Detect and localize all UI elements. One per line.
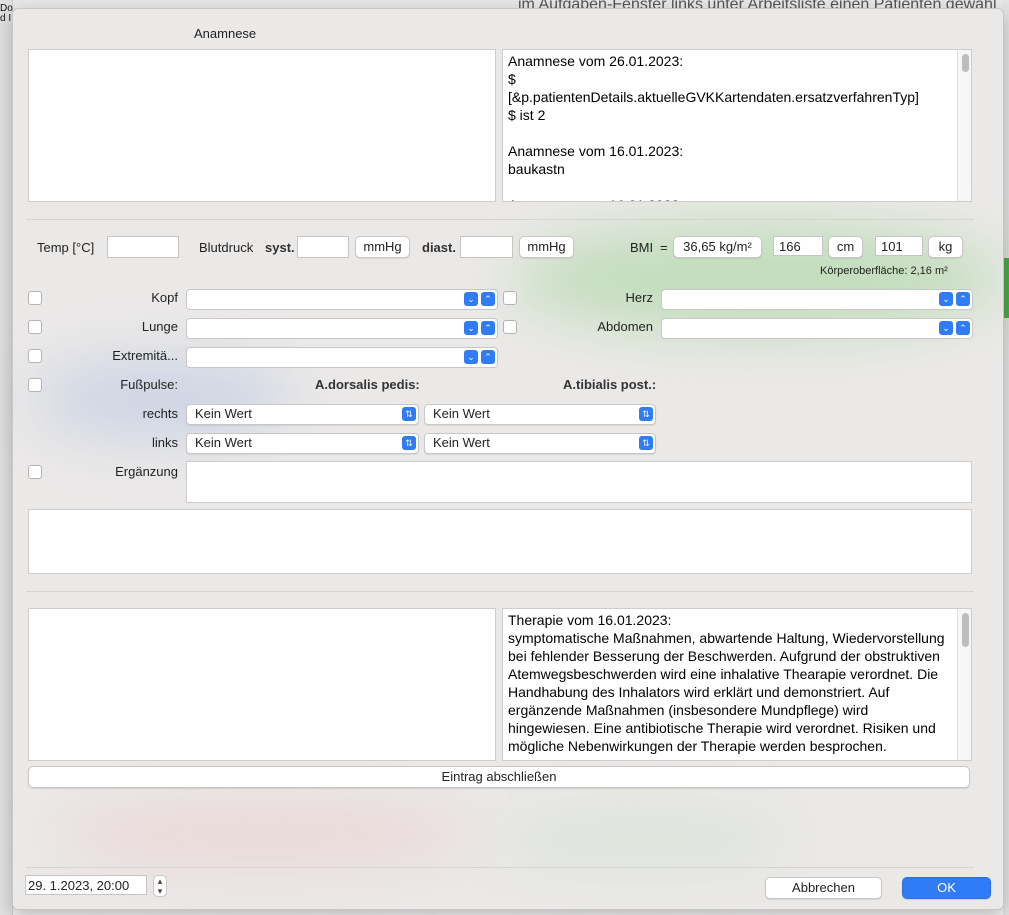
ergaenzung-checkbox[interactable] — [28, 465, 42, 479]
diast-unit: mmHg — [519, 236, 574, 258]
lunge-combo[interactable]: ⌄ ⌃ — [186, 318, 498, 339]
body-surface-label: Körperoberfläche: 2,16 m² — [820, 265, 948, 277]
therapie-input[interactable] — [28, 608, 496, 761]
select-value: Kein Wert — [433, 435, 490, 450]
kopf-combo[interactable]: ⌄ ⌃ — [186, 289, 498, 310]
herz-checkbox[interactable] — [503, 291, 517, 305]
height-unit: cm — [828, 236, 863, 258]
lunge-label: Lunge — [141, 319, 178, 334]
abdomen-checkbox[interactable] — [503, 320, 517, 334]
select-value: Kein Wert — [195, 435, 252, 450]
temp-label: Temp [°C] — [37, 240, 95, 255]
rechts-label: rechts — [142, 406, 178, 421]
therapie-history[interactable]: Therapie vom 16.01.2023: symptomatische … — [502, 608, 972, 761]
background-left-text: Do d I — [0, 3, 13, 24]
finish-entry-button[interactable]: Eintrag abschließen — [28, 766, 970, 788]
double-chevron-icon[interactable]: ⌃ — [481, 321, 495, 335]
therapie-scrollbar-thumb[interactable] — [962, 613, 969, 647]
datetime-field[interactable]: 29. 1.2023, 20:00 — [25, 875, 147, 895]
diast-field[interactable] — [460, 236, 513, 258]
updown-chevron-icon: ⇅ — [639, 407, 653, 421]
double-chevron-icon[interactable]: ⌃ — [481, 292, 495, 306]
lunge-checkbox[interactable] — [28, 320, 42, 334]
anamnese-scrollbar-track[interactable] — [957, 50, 971, 201]
select-value: Kein Wert — [433, 406, 490, 421]
befund-notes-input[interactable] — [28, 509, 972, 574]
anamnese-history[interactable]: Anamnese vom 26.01.2023: $ [&p.patienten… — [502, 49, 972, 202]
anamnese-scrollbar-thumb[interactable] — [962, 54, 969, 72]
datetime-stepper[interactable]: ▴ ▾ — [153, 875, 167, 897]
bmi-equals: = — [660, 240, 668, 255]
height-field[interactable]: 166 — [773, 236, 823, 256]
syst-field[interactable] — [297, 236, 349, 258]
chevron-down-icon[interactable]: ⌄ — [464, 321, 478, 335]
anamnese-input[interactable] — [28, 49, 496, 202]
extremitaeten-combo[interactable]: ⌄ ⌃ — [186, 347, 498, 368]
blood-pressure-label: Blutdruck — [199, 240, 254, 255]
rechts-dorsalis-select[interactable]: Kein Wert ⇅ — [186, 404, 419, 425]
syst-unit: mmHg — [355, 236, 410, 258]
updown-chevron-icon: ⇅ — [402, 407, 416, 421]
updown-chevron-icon: ⇅ — [402, 436, 416, 450]
divider — [26, 867, 974, 868]
ergaenzung-label: Ergänzung — [115, 464, 178, 479]
select-value: Kein Wert — [195, 406, 252, 421]
decor-blob-green2 — [493, 809, 793, 869]
anamnese-history-text: Anamnese vom 26.01.2023: $ [&p.patienten… — [508, 53, 919, 201]
double-chevron-icon[interactable]: ⌃ — [481, 350, 495, 364]
therapie-history-text: Therapie vom 16.01.2023: symptomatische … — [508, 612, 945, 754]
divider — [26, 591, 974, 592]
bmi-value: 36,65 kg/m² — [673, 236, 762, 258]
herz-combo[interactable]: ⌄ ⌃ — [661, 289, 973, 310]
bmi-label: BMI — [630, 240, 654, 255]
weight-unit: kg — [928, 236, 963, 258]
chevron-down-icon[interactable]: ⌄ — [939, 292, 953, 306]
chevron-down-icon[interactable]: ⌄ — [464, 350, 478, 364]
weight-field[interactable]: 101 — [875, 236, 923, 256]
abdomen-combo[interactable]: ⌄ ⌃ — [661, 318, 973, 339]
a-dorsalis-label: A.dorsalis pedis: — [315, 377, 420, 392]
extremitaeten-checkbox[interactable] — [28, 349, 42, 363]
links-tibialis-select[interactable]: Kein Wert ⇅ — [424, 433, 656, 454]
anamnese-title: Anamnese — [194, 26, 257, 41]
fusspulse-checkbox[interactable] — [28, 378, 42, 392]
temp-field[interactable] — [107, 236, 179, 258]
decor-blob-blue — [33, 359, 293, 439]
syst-label: syst. — [265, 240, 295, 255]
links-dorsalis-select[interactable]: Kein Wert ⇅ — [186, 433, 419, 454]
double-chevron-icon[interactable]: ⌃ — [956, 292, 970, 306]
cancel-button[interactable]: Abbrechen — [765, 877, 882, 899]
diast-label: diast. — [422, 240, 456, 255]
ok-button[interactable]: OK — [902, 877, 991, 899]
decor-blob-red — [53, 799, 473, 869]
ergaenzung-input[interactable] — [186, 461, 972, 503]
links-label: links — [151, 435, 178, 450]
herz-label: Herz — [625, 290, 653, 305]
updown-chevron-icon: ⇅ — [639, 436, 653, 450]
rechts-tibialis-select[interactable]: Kein Wert ⇅ — [424, 404, 656, 425]
fusspulse-label: Fußpulse: — [120, 377, 178, 392]
double-chevron-icon[interactable]: ⌃ — [956, 321, 970, 335]
kopf-checkbox[interactable] — [28, 291, 42, 305]
chevron-down-icon[interactable]: ⌄ — [464, 292, 478, 306]
abdomen-label: Abdomen — [597, 319, 653, 334]
extremitaeten-label: Extremitä... — [112, 348, 178, 363]
therapie-scrollbar-track[interactable] — [957, 609, 971, 760]
divider — [26, 219, 974, 220]
kopf-label: Kopf — [151, 290, 178, 305]
chevron-down-icon[interactable]: ⌄ — [939, 321, 953, 335]
a-tibialis-label: A.tibialis post.: — [563, 377, 657, 392]
examination-sheet: Anamnese Anamnese vom 26.01.2023: $ [&p.… — [12, 8, 1004, 910]
